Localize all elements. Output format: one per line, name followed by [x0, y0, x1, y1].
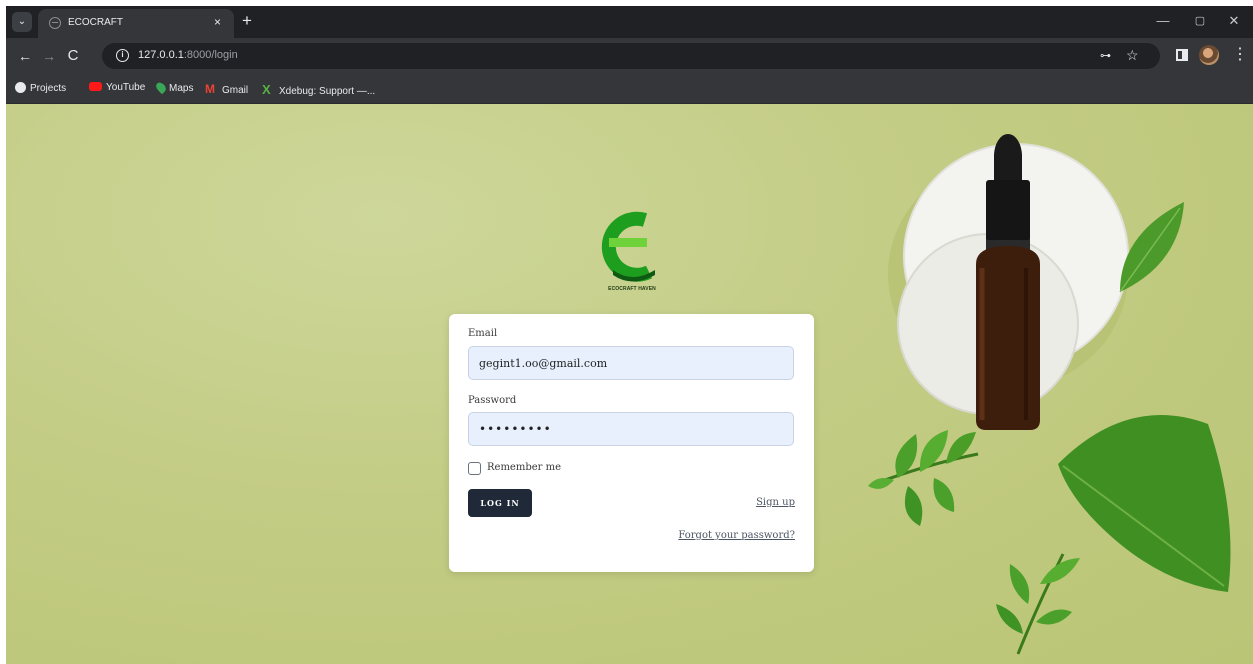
globe-icon — [49, 17, 61, 29]
tab-title: ECOCRAFT — [68, 17, 123, 28]
xdebug-icon: X — [262, 82, 271, 97]
window-close-button[interactable]: ✕ — [1225, 13, 1243, 29]
login-card: Email Password Remember me LOG IN Sign u… — [449, 314, 814, 572]
ecocraft-logo — [601, 211, 655, 282]
email-label: Email — [468, 328, 498, 339]
leaf-large-right — [1058, 415, 1231, 592]
bookmark-label: Maps — [169, 83, 194, 94]
password-field[interactable] — [468, 412, 794, 446]
url-path: :8000/login — [183, 49, 238, 61]
profile-avatar[interactable] — [1199, 45, 1219, 65]
site-info-icon[interactable]: i — [116, 49, 129, 62]
bookmarks-bar: Projects YouTube Maps M Gmail X Xdebug: Su… — [6, 74, 1253, 104]
minimize-button[interactable]: — — [1154, 13, 1172, 28]
bookmark-label: YouTube — [106, 82, 146, 93]
password-key-icon[interactable]: ⊶ — [1100, 49, 1111, 62]
tab-close-icon[interactable]: × — [214, 15, 221, 29]
browser-toolbar: ← → C i 127.0.0.1:8000/login ⊶ ☆ ⋮ — [6, 38, 1253, 74]
bookmark-gmail[interactable]: M Gmail — [205, 82, 248, 96]
restore-button[interactable]: ▢ — [1191, 14, 1209, 27]
bookmark-youtube[interactable]: YouTube — [89, 82, 145, 93]
chrome-icon — [15, 82, 26, 93]
email-field[interactable] — [468, 346, 794, 380]
new-tab-button[interactable]: + — [242, 12, 252, 30]
url-text[interactable]: 127.0.0.1:8000/login — [138, 49, 238, 61]
logo-caption: ECOCRAFT HAVEN — [608, 286, 656, 292]
bookmark-projects[interactable]: Projects — [15, 82, 66, 94]
address-bar[interactable]: i 127.0.0.1:8000/login ⊶ ☆ — [102, 43, 1160, 69]
signup-link[interactable]: Sign up — [756, 497, 795, 508]
gmail-icon: M — [205, 82, 215, 96]
password-label: Password — [468, 395, 517, 406]
side-panel-icon[interactable] — [1176, 49, 1188, 61]
bookmark-maps[interactable]: Maps — [154, 80, 194, 95]
bookmark-label: Gmail — [222, 85, 249, 96]
bookmark-label: Projects — [30, 83, 67, 94]
tab-strip: ⌄ ECOCRAFT × + — ▢ ✕ — [6, 6, 1253, 38]
browser-window: ⌄ ECOCRAFT × + — ▢ ✕ ← → C i 127.0.0.1:8… — [6, 6, 1253, 664]
product-photo — [868, 134, 1231, 655]
remember-me-label[interactable]: Remember me — [487, 462, 561, 473]
tab-ecocraft[interactable]: ECOCRAFT × — [38, 9, 234, 38]
youtube-icon — [89, 82, 102, 91]
maps-icon — [154, 80, 168, 95]
page-viewport: ECOCRAFT HAVEN Email Password Remember m… — [6, 104, 1253, 664]
forgot-password-link[interactable]: Forgot your password? — [678, 530, 795, 541]
bookmark-xdebug[interactable]: X Xdebug: Support —... — [262, 82, 375, 97]
back-button[interactable]: ← — [16, 47, 34, 65]
bookmark-star-icon[interactable]: ☆ — [1126, 47, 1139, 64]
browser-menu-icon[interactable]: ⋮ — [1232, 46, 1248, 64]
reload-button[interactable]: C — [64, 47, 82, 65]
bookmark-label: Xdebug: Support —... — [279, 86, 376, 97]
forward-button[interactable]: → — [40, 47, 58, 65]
url-host: 127.0.0.1 — [138, 49, 184, 61]
remember-me-checkbox[interactable] — [468, 462, 481, 475]
tab-search-button[interactable]: ⌄ — [12, 12, 32, 32]
login-button[interactable]: LOG IN — [468, 489, 532, 517]
